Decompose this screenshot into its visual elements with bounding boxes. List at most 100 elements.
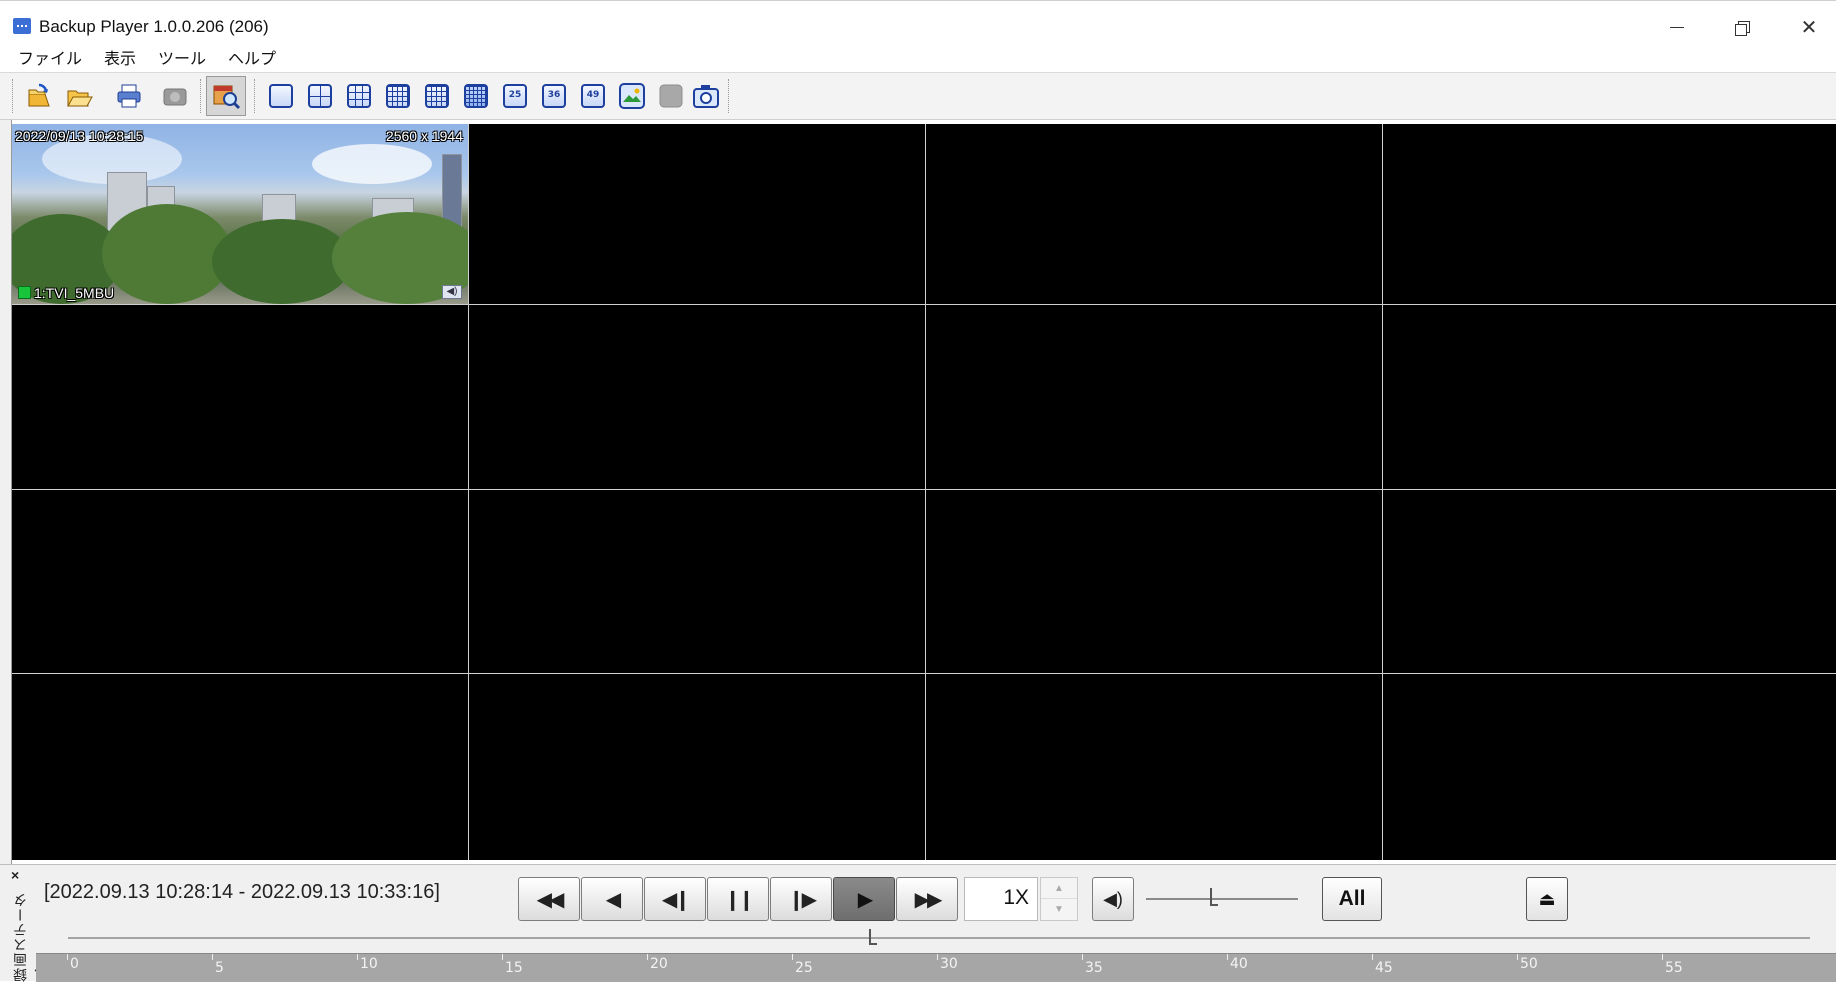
speed-spinner[interactable]: ▲ ▼ [1040,877,1078,921]
pause-button[interactable]: ❙❙ [707,877,769,921]
menu-view[interactable]: 表示 [104,45,146,69]
chevron-up-icon[interactable]: ▲ [1041,878,1077,899]
ruler-tick-mark [792,954,793,960]
layout-25-label: 25 [508,90,522,100]
layout-9-icon [347,84,371,108]
left-frame [0,120,12,864]
rewind-button[interactable]: ◀ [581,877,643,921]
record-status-tab[interactable]: × 録画ステータス [8,865,49,982]
restore-icon [1734,20,1750,36]
menu-help[interactable]: ヘルプ [228,45,286,69]
cloud [312,144,432,184]
layout-49-label: 49 [586,90,600,100]
ruler-tick-label: 45 [1375,960,1393,976]
ruler-tick-label: 35 [1085,960,1103,976]
minimize-icon [1670,26,1684,28]
layout-9-button[interactable] [344,81,374,111]
ruler-tick-label: 20 [650,956,668,972]
play-button[interactable]: ▶ [833,877,895,921]
chevron-down-icon[interactable]: ▼ [1041,899,1077,920]
ruler-tick-label: 0 [70,956,79,972]
camera-timestamp: 2022/09/13 10:28:15 [15,128,144,144]
eject-button[interactable]: ⏏ [1526,877,1568,921]
menu-tools[interactable]: ツール [158,45,216,69]
layout-25-button[interactable]: 25 [500,81,530,111]
ruler-tick-label: 5 [215,960,224,976]
close-panel-icon[interactable]: × [11,867,19,883]
toolbar-separator-3 [728,79,731,113]
layout-36-icon: 36 [542,84,566,108]
step-back-icon: ◀❙ [661,888,691,911]
speaker-icon[interactable]: ◀) [442,285,462,299]
grid-divider [925,124,926,860]
toolbar-grip[interactable] [12,79,15,113]
pause-icon: ❙❙ [724,888,754,911]
ruler-tick-mark [1662,954,1663,960]
fast-forward-button[interactable]: ▶▶ [896,877,958,921]
ruler-tick-label: 30 [940,956,958,972]
ruler-tick-mark [357,954,358,960]
speed-field[interactable]: 1X [964,877,1038,921]
search-icon [213,85,241,110]
timeline-ruler[interactable]: 0 5 10 15 20 25 30 35 40 45 50 55 [36,953,1836,982]
print-button[interactable] [114,81,144,111]
disabled-camera-icon [163,88,187,106]
disabled-icon [659,84,683,108]
step-back-button[interactable]: ◀❙ [644,877,706,921]
open-backup-button[interactable] [24,81,54,111]
volume-slider-track[interactable] [1146,898,1298,900]
menu-file[interactable]: ファイル [18,45,92,69]
disabled-camera-button[interactable] [160,81,190,111]
layout-13-icon [386,84,410,108]
playback-panel: × 録画ステータス [2022.09.13 10:28:14 - 2022.09… [0,864,1836,982]
ruler-tick-label: 40 [1230,956,1248,972]
image-button[interactable] [617,81,647,111]
grid-divider [468,124,469,860]
menu-bar: ファイル 表示 ツール ヘルプ [0,44,1836,70]
open-folder-icon [67,90,93,107]
play-icon: ▶ [857,888,873,911]
ruler-tick-mark [212,954,213,960]
ruler-tick-label: 10 [360,956,378,972]
maximize-button[interactable] [1718,11,1764,43]
tree [212,219,352,304]
volume-button[interactable]: ◀) [1092,877,1134,921]
seek-slider-thumb[interactable] [869,929,878,945]
layout-1-button[interactable] [266,81,296,111]
layout-16-button[interactable] [422,81,452,111]
layout-36-button[interactable]: 36 [539,81,569,111]
layout-13-button[interactable] [383,81,413,111]
disabled-button[interactable] [656,81,686,111]
camera-tile-1[interactable]: 2022/09/13 10:28:15 2560 x 1944 1:TVI_5M… [12,124,468,304]
open-backup-icon [28,83,50,107]
minimize-button[interactable] [1654,11,1700,43]
toolbar: 25 36 49 [0,72,1836,120]
volume-slider-thumb[interactable] [1209,888,1218,906]
ruler-tick-label: 25 [795,960,813,976]
step-forward-button[interactable]: ❙▶ [770,877,832,921]
layout-16b-icon [464,84,488,108]
eject-icon: ⏏ [1538,888,1556,909]
app-icon [13,18,31,34]
layout-25-icon: 25 [503,84,527,108]
fast-forward-icon: ▶▶ [914,888,943,911]
open-folder-button[interactable] [64,81,94,111]
layout-4-button[interactable] [305,81,335,111]
window-title: Backup Player 1.0.0.206 (206) [39,17,269,36]
camera-name: 1:TVI_5MBU [34,285,115,301]
seek-slider-track[interactable] [68,937,1810,939]
title-bar: Backup Player 1.0.0.206 (206) ✕ [0,0,1836,50]
image-icon [619,83,645,109]
search-button[interactable] [206,76,246,116]
video-grid[interactable]: 2022/09/13 10:28:15 2560 x 1944 1:TVI_5M… [12,124,1836,860]
snapshot-button[interactable] [691,81,721,111]
ruler-tick-label: 15 [505,960,523,976]
layout-49-button[interactable]: 49 [578,81,608,111]
layout-16b-button[interactable] [461,81,491,111]
all-button[interactable]: All [1322,877,1382,921]
camera-resolution: 2560 x 1944 [385,128,463,144]
close-button[interactable]: ✕ [1786,11,1832,43]
ruler-tick-label: 55 [1665,960,1683,976]
fast-rewind-button[interactable]: ◀◀ [518,877,580,921]
rewind-icon: ◀ [605,888,621,911]
